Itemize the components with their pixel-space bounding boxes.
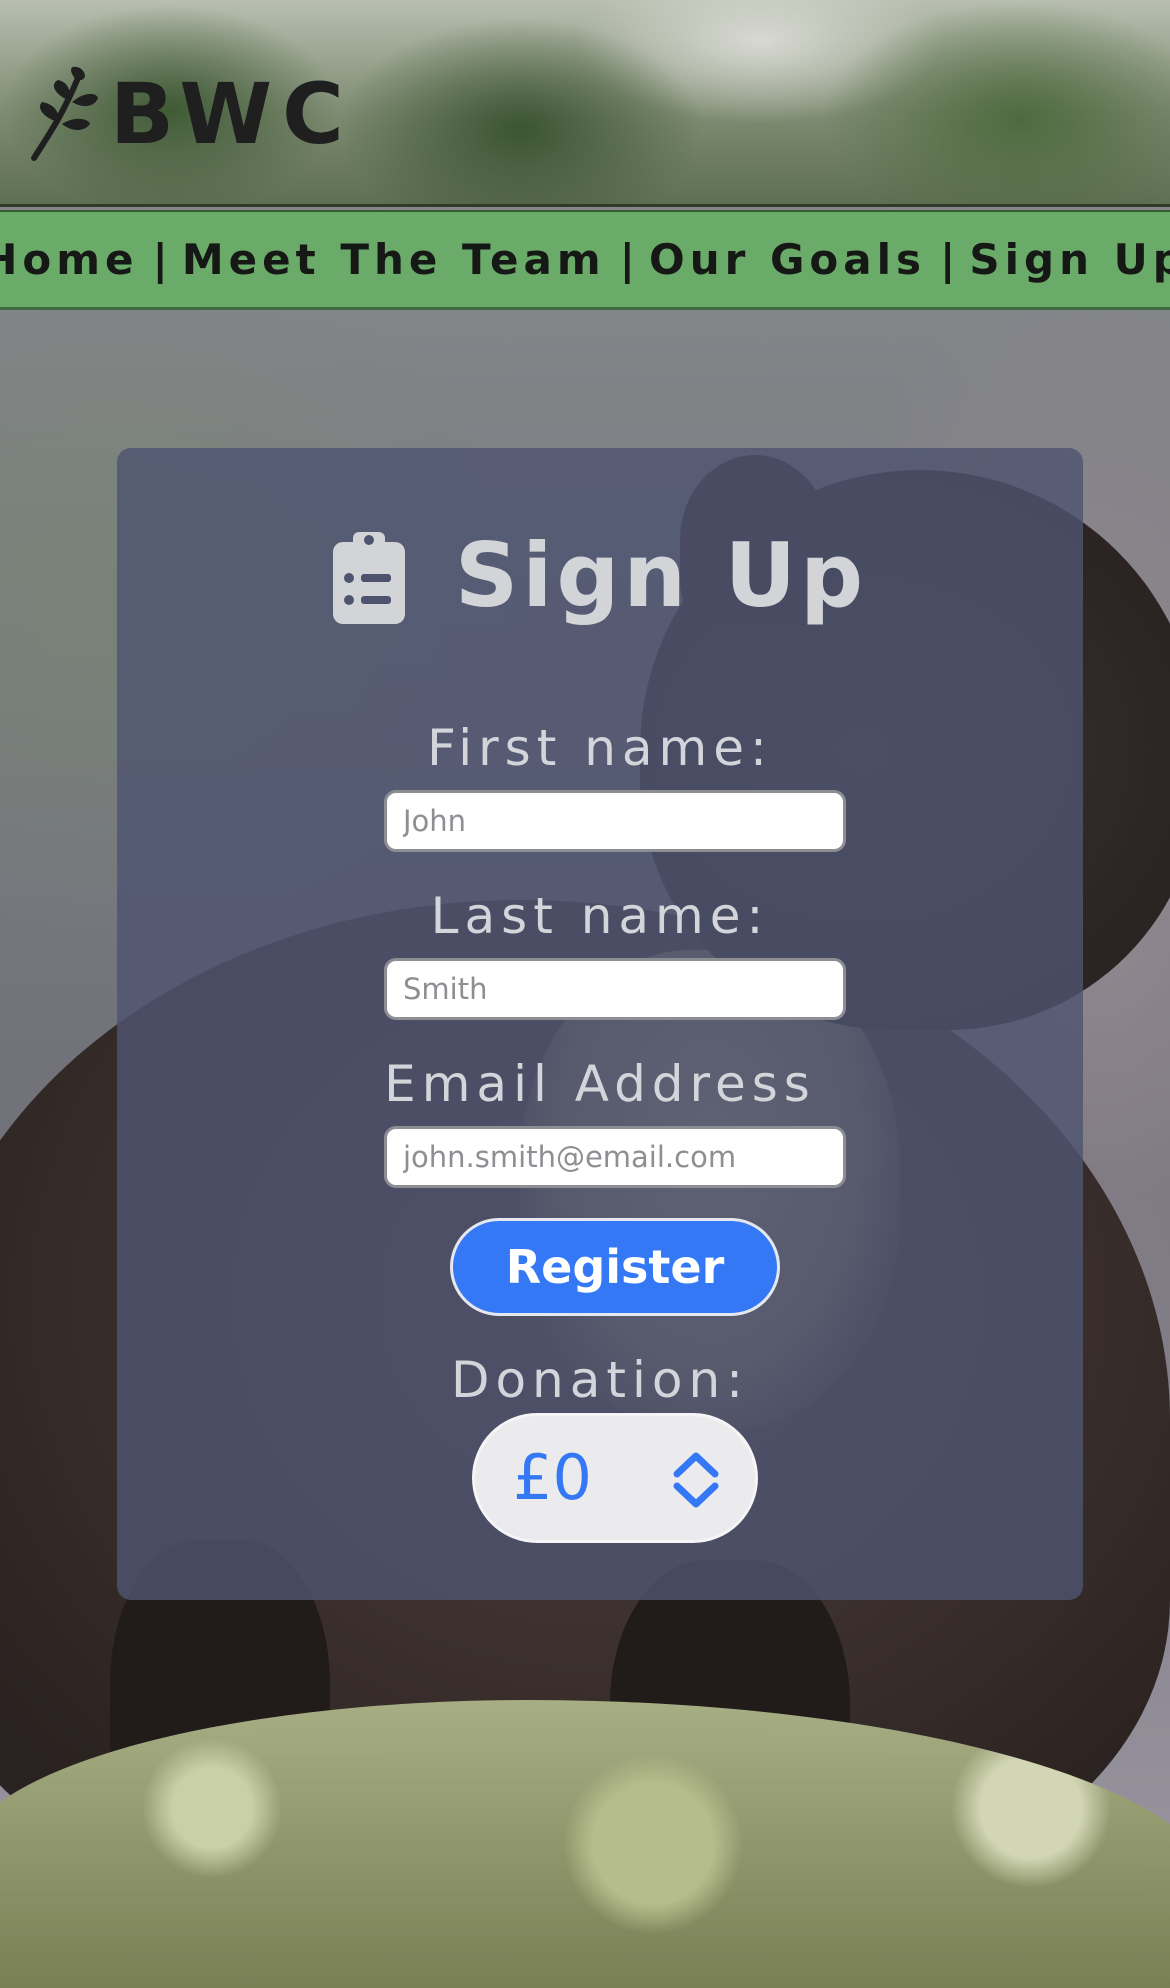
- nav-sign-up[interactable]: Sign Up: [969, 235, 1170, 284]
- clipboard-list-icon: [332, 532, 405, 624]
- nav-separator: |: [940, 235, 956, 284]
- last-name-label: Last name:: [430, 887, 770, 945]
- first-name-label: First name:: [427, 719, 773, 777]
- email-input[interactable]: [384, 1126, 846, 1188]
- chevron-up-down-icon: [673, 1452, 719, 1508]
- page-title: Sign Up: [454, 524, 868, 627]
- donation-value: £0: [513, 1441, 592, 1514]
- nav-meet-the-team[interactable]: Meet The Team: [182, 235, 606, 284]
- nav-separator: |: [152, 235, 168, 284]
- nav-separator: |: [619, 235, 635, 284]
- last-name-input[interactable]: [384, 958, 846, 1020]
- nav-home[interactable]: Home: [0, 235, 139, 284]
- leaf-branch-icon: [31, 66, 98, 161]
- register-button[interactable]: Register: [450, 1218, 780, 1316]
- site-header: BWC: [0, 0, 1170, 207]
- signup-card: Sign Up First name: Last name: Email Add…: [117, 448, 1083, 1600]
- main-nav: Home | Meet The Team | Our Goals | Sign …: [0, 210, 1170, 310]
- donation-select[interactable]: £0: [472, 1413, 758, 1543]
- first-name-input[interactable]: [384, 790, 846, 852]
- site-logo[interactable]: BWC: [28, 66, 354, 162]
- logo-text: BWC: [110, 65, 354, 163]
- email-label: Email Address: [384, 1055, 816, 1113]
- nav-our-goals[interactable]: Our Goals: [649, 235, 926, 284]
- donation-label: Donation:: [450, 1351, 750, 1409]
- signup-title: Sign Up: [117, 528, 1083, 624]
